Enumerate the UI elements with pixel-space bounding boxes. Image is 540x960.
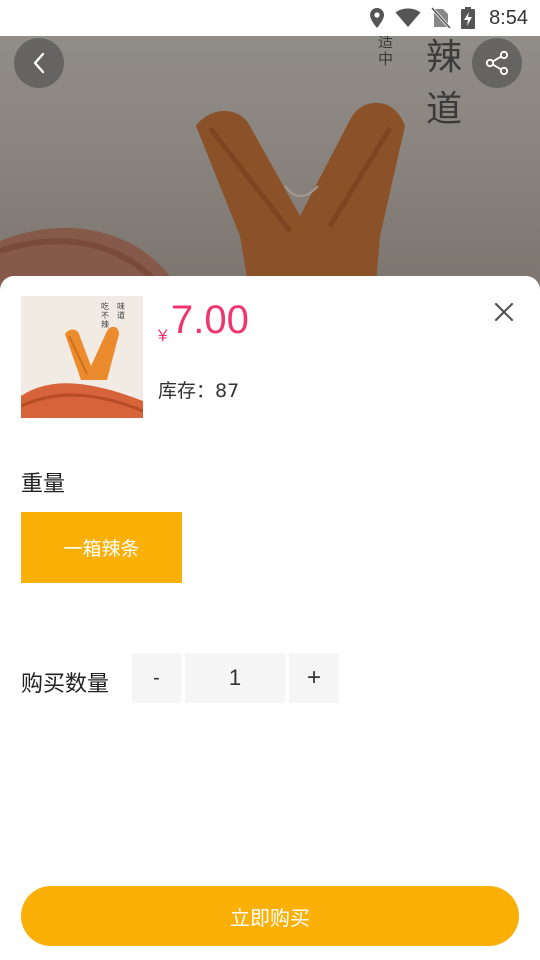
stock-value: 87 bbox=[215, 380, 240, 402]
hero-brand-big: 辣道 bbox=[426, 37, 465, 130]
status-icons: 8:54 bbox=[369, 6, 528, 30]
stock: 库存：87 bbox=[158, 376, 239, 403]
battery-charging-icon bbox=[461, 7, 476, 29]
stock-label: 库存： bbox=[158, 380, 216, 402]
sku-sheet: 味道 吃不辣 ¥ 7.00 库存：87 重量 一箱辣条 购买数量 - 1 + 立… bbox=[0, 276, 540, 960]
close-button[interactable] bbox=[490, 298, 518, 326]
product-hero-image: 适中 辣道 bbox=[0, 36, 540, 296]
thumbnail-text-2: 吃不辣 bbox=[101, 302, 109, 329]
product-thumbnail: 味道 吃不辣 bbox=[21, 296, 143, 418]
quantity-label: 购买数量 bbox=[21, 672, 110, 697]
hero-brand-small: 适中 bbox=[378, 36, 394, 68]
share-icon bbox=[485, 50, 509, 76]
no-sim-icon bbox=[431, 7, 452, 29]
location-icon bbox=[370, 8, 385, 28]
chevron-left-icon bbox=[33, 52, 45, 74]
share-button[interactable] bbox=[472, 38, 522, 88]
thumbnail-text-1: 味道 bbox=[117, 302, 125, 320]
buy-now-button[interactable]: 立即购买 bbox=[21, 886, 519, 946]
close-icon bbox=[494, 302, 514, 322]
spec-option-button[interactable]: 一箱辣条 bbox=[21, 512, 182, 583]
price-amount: 7.00 bbox=[171, 298, 249, 342]
back-button[interactable] bbox=[14, 38, 64, 88]
quantity-input[interactable]: 1 bbox=[185, 653, 285, 703]
status-time: 8:54 bbox=[489, 6, 528, 29]
status-bar: 8:54 bbox=[0, 0, 540, 36]
spec-title: 重量 bbox=[21, 472, 66, 497]
quantity-decrease-button[interactable]: - bbox=[132, 653, 181, 703]
price-currency: ¥ bbox=[158, 326, 168, 345]
quantity-increase-button[interactable]: + bbox=[289, 653, 339, 703]
wifi-icon bbox=[395, 8, 421, 27]
